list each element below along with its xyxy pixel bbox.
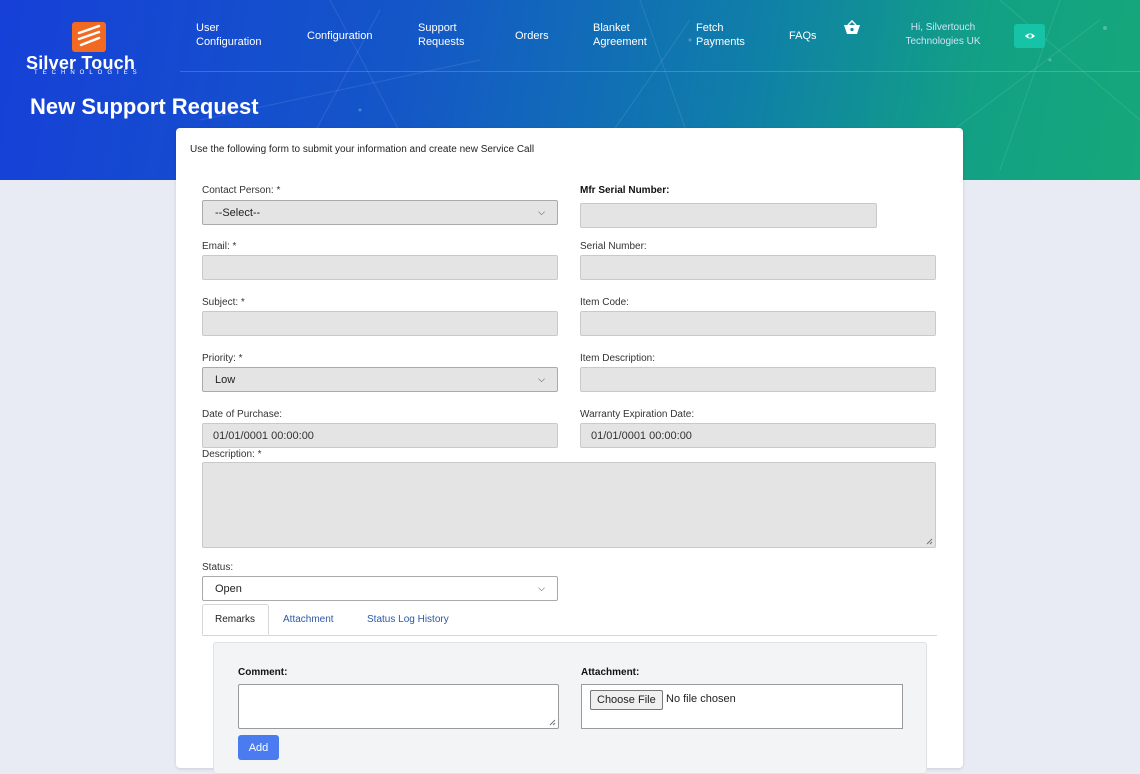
mfr-serial-input[interactable]: [580, 203, 877, 228]
contact-person-label: Contact Person: *: [202, 185, 281, 196]
file-input: Choose File No file chosen: [581, 684, 903, 729]
warranty-expiration-label: Warranty Expiration Date:: [580, 409, 695, 420]
description-textarea[interactable]: [202, 462, 936, 548]
priority-label: Priority: *: [202, 353, 243, 364]
warranty-expiration-field[interactable]: 01/01/0001 00:00:00: [580, 423, 936, 448]
priority-value: Low: [215, 373, 236, 386]
contact-person-select[interactable]: --Select-- ⌵: [202, 200, 558, 225]
email-field[interactable]: [202, 255, 558, 280]
nav-user-configuration[interactable]: User Configuration: [196, 21, 266, 49]
nav-orders[interactable]: Orders: [515, 29, 549, 43]
chevron-down-icon: ⌵: [538, 207, 545, 217]
no-file-text: No file chosen: [666, 693, 736, 705]
tab-remarks[interactable]: Remarks: [202, 604, 269, 635]
comment-label: Comment:: [238, 667, 288, 678]
brand-tagline: TECHNOLOGIES: [34, 70, 142, 76]
date-of-purchase-field[interactable]: 01/01/0001 00:00:00: [202, 423, 558, 448]
eye-icon: [1024, 33, 1035, 39]
priority-select[interactable]: Low ⌵: [202, 367, 558, 392]
add-button[interactable]: Add: [238, 735, 279, 760]
item-description-field[interactable]: [580, 367, 936, 392]
contact-person-value: --Select--: [215, 206, 261, 219]
nav-fetch-payments[interactable]: Fetch Payments: [696, 21, 751, 49]
nav-configuration[interactable]: Configuration: [307, 29, 372, 43]
item-description-label: Item Description:: [580, 353, 656, 364]
tab-bar: Remarks Attachment Status Log History: [202, 604, 937, 636]
comment-textarea[interactable]: [238, 684, 559, 729]
item-code-label: Item Code:: [580, 297, 629, 308]
page-title: New Support Request: [30, 94, 259, 119]
resize-grip-icon[interactable]: [549, 719, 556, 726]
serial-number-label: Serial Number:: [580, 241, 647, 252]
status-value: Open: [215, 582, 242, 595]
chevron-down-icon: ⌵: [538, 374, 545, 384]
form-intro: Use the following form to submit your in…: [190, 144, 535, 155]
tab-attachment[interactable]: Attachment: [283, 604, 334, 635]
item-code-field[interactable]: [580, 311, 936, 336]
nav-blanket-agreement[interactable]: Blanket Agreement: [593, 21, 653, 49]
user-greeting[interactable]: Hi, Silvertouch Technologies UK: [900, 21, 986, 49]
mfr-serial-label: Mfr Serial Number:: [580, 185, 670, 196]
support-request-card: Use the following form to submit your in…: [176, 128, 963, 774]
attachment-label: Attachment:: [581, 667, 640, 678]
remarks-panel: Comment: Attachment: Choose File No file…: [213, 642, 927, 774]
logo-mark-icon: [72, 22, 106, 52]
basket-icon[interactable]: [843, 19, 861, 36]
tab-status-log-history[interactable]: Status Log History: [367, 604, 449, 635]
chevron-down-icon: ⌵: [538, 583, 545, 593]
description-label: Description: *: [202, 449, 262, 460]
email-label: Email: *: [202, 241, 237, 252]
status-label: Status:: [202, 562, 234, 573]
status-select[interactable]: Open ⌵: [202, 576, 558, 601]
subject-label: Subject: *: [202, 297, 245, 308]
nav-divider: [180, 71, 1140, 72]
nav-faqs[interactable]: FAQs: [789, 29, 817, 43]
nav-support-requests[interactable]: Support Requests: [418, 21, 468, 49]
brand-logo[interactable]: Silver Touch TECHNOLOGIES: [26, 22, 150, 78]
serial-number-field[interactable]: [580, 255, 936, 280]
date-of-purchase-label: Date of Purchase:: [202, 409, 283, 420]
resize-grip-icon[interactable]: [926, 538, 933, 545]
subject-field[interactable]: [202, 311, 558, 336]
choose-file-button[interactable]: Choose File: [590, 690, 663, 710]
eye-button[interactable]: [1014, 24, 1045, 48]
